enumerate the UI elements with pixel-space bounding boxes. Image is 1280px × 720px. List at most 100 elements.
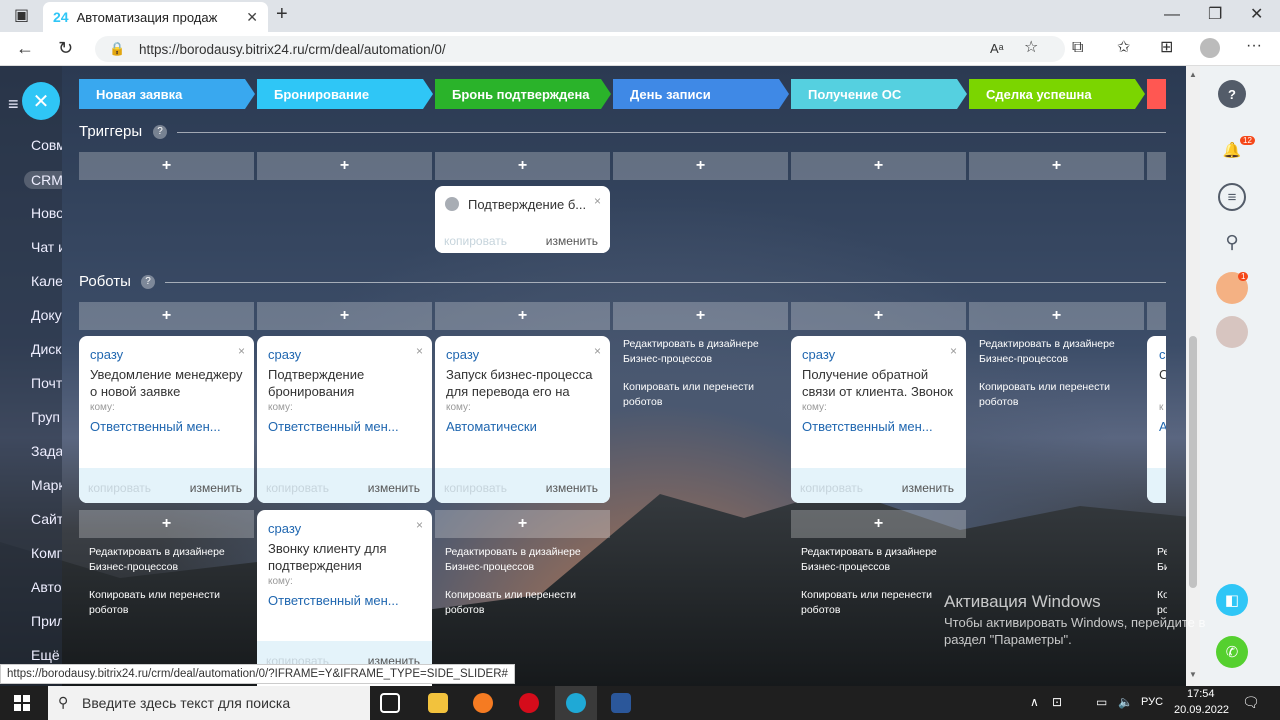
help-icon[interactable]: ? [1218,80,1246,108]
leftnav-item[interactable]: Авто [31,579,62,595]
add-favorite-icon[interactable]: ☆ [1024,40,1038,56]
taskbar-search-input[interactable]: ⚲ Введите здесь текст для поиска [48,686,370,720]
new-tab-icon[interactable]: + [276,4,288,24]
word-icon[interactable] [611,693,631,713]
edit-in-designer-link[interactable]: Редактировать в дизайнере Бизнес-процесс… [623,337,773,367]
notification-center-icon[interactable]: 🗨 [1242,694,1260,711]
task-view-icon[interactable] [380,693,400,713]
lock-icon[interactable]: 🔒 [109,41,125,57]
add-trigger-button[interactable]: + [79,152,254,180]
triggers-help-icon[interactable]: ? [153,125,167,139]
add-trigger-button[interactable]: + [969,152,1144,180]
copy-or-move-robots-link[interactable]: Копировать или перенести роботов [979,380,1129,410]
add-robot-button[interactable]: + [435,302,610,330]
robot-card[interactable]: сразу × Звонку клиенту для подтверждения… [257,510,432,686]
leftnav-item[interactable]: Ещё [31,647,62,663]
remove-robot-icon[interactable]: × [238,344,245,358]
add-trigger-button[interactable]: + [257,152,432,180]
add-trigger-button-partial[interactable] [1147,152,1166,180]
close-tab-icon[interactable]: ✕ [246,9,258,26]
extensions-icon[interactable]: ⧉ [1072,40,1083,56]
phone-icon[interactable]: ✆ [1216,636,1248,668]
url-field[interactable]: 🔒 https://borodausy.bitrix24.ru/crm/deal… [95,36,1065,62]
robot-responsible[interactable]: А [1159,419,1166,434]
add-trigger-button[interactable]: + [435,152,610,180]
edit-in-designer-link[interactable]: Редактировать в дизайнере Бизнес-процесс… [979,337,1129,367]
windows-start-icon[interactable] [14,695,30,711]
copy-or-move-robots-link[interactable]: Копировать или перенести роботов [623,380,773,410]
profile-avatar[interactable] [1200,38,1220,58]
robot-card[interactable]: сразу × Подтверждение бронирования кому:… [257,336,432,503]
leftnav-item[interactable]: Комп [31,545,62,561]
remove-robot-icon[interactable]: × [416,344,423,358]
robot-card[interactable]: сразу × Запуск бизнес-процесса для перев… [435,336,610,503]
edit-robot-link[interactable]: изменить [546,481,598,495]
trigger-card[interactable]: Подтверждение б... × копировать изменить [435,186,610,253]
edit-robot-link[interactable]: изменить [368,481,420,495]
leftnav-item-active[interactable]: CRM [24,171,62,189]
browser-tab[interactable]: 24 Автоматизация продаж ✕ [43,2,268,32]
leftnav-item[interactable]: Диск [31,341,62,357]
leftnav-item[interactable]: Зада [31,443,62,459]
add-trigger-button[interactable]: + [791,152,966,180]
firefox-icon[interactable] [473,693,493,713]
scrollbar-thumb[interactable] [1189,336,1197,588]
edit-in-designer-link[interactable]: Редактировать в дизайнере Бизнес-процесс… [445,545,595,575]
robot-responsible[interactable]: Автоматически [446,419,537,434]
add-robot-button[interactable]: + [791,510,966,538]
leftnav-item[interactable]: Груп [31,409,62,425]
chat-icon[interactable]: ≡ [1218,183,1246,211]
restore-icon[interactable]: ❐ [1208,7,1222,23]
minimize-icon[interactable]: — [1164,7,1180,23]
more-menu-icon[interactable]: ··· [1246,38,1262,54]
tab-actions-icon[interactable]: ▣ [14,8,29,24]
copy-robot-link[interactable]: копировать [266,481,329,495]
open-lines-icon[interactable]: ◧ [1216,584,1248,616]
add-robot-button[interactable]: + [791,302,966,330]
back-icon[interactable]: ← [16,39,34,57]
file-explorer-icon[interactable] [428,693,448,713]
remove-robot-icon[interactable]: × [594,344,601,358]
remove-robot-icon[interactable]: × [416,518,423,532]
edit-robot-link[interactable]: изменить [902,481,954,495]
robot-card[interactable]: сразу × Получение обратной связи от клие… [791,336,966,503]
leftnav-item[interactable]: Чат и [31,239,62,255]
robot-responsible[interactable]: Ответственный мен... [268,593,399,608]
network-icon[interactable]: ⊡ [1052,695,1062,709]
leftnav-item[interactable]: Сайт [31,511,62,527]
robot-responsible[interactable]: Ответственный мен... [90,419,221,434]
robot-card-partial[interactable]: с С к А [1147,336,1166,503]
edit-in-designer-link[interactable]: Ре Би [1157,545,1167,575]
robot-responsible[interactable]: Ответственный мен... [268,419,399,434]
close-window-icon[interactable]: ✕ [1250,7,1263,23]
leftnav-item[interactable]: Доку [31,307,62,323]
add-trigger-button[interactable]: + [613,152,788,180]
close-slider-button[interactable]: ✕ [22,82,60,120]
copy-or-move-robots-link[interactable]: Копировать или перенести роботов [89,588,239,618]
leftnav-item[interactable]: Почт [31,375,62,391]
opera-icon[interactable] [519,693,539,713]
leftnav-item[interactable]: Кале [31,273,62,289]
clock-time[interactable]: 17:54 [1187,688,1215,700]
copy-robot-link[interactable]: копировать [88,481,151,495]
add-robot-button[interactable]: + [613,302,788,330]
favorites-icon[interactable]: ✩ [1117,40,1130,56]
edge-icon[interactable] [566,693,586,713]
search-icon[interactable]: ⚲ [1216,226,1248,258]
battery-icon[interactable]: ▭ [1096,695,1107,709]
copy-or-move-robots-link[interactable]: Копировать или перенести роботов [801,588,951,618]
contact-avatar[interactable] [1216,316,1248,348]
copy-robot-link[interactable]: копировать [800,481,863,495]
volume-icon[interactable]: 🔈 [1118,695,1133,709]
copy-or-move-robots-link[interactable]: Копировать или перенести роботов [445,588,595,618]
edit-in-designer-link[interactable]: Редактировать в дизайнере Бизнес-процесс… [801,545,951,575]
robot-responsible[interactable]: Ответственный мен... [802,419,933,434]
add-robot-button[interactable]: + [257,302,432,330]
add-robot-button[interactable]: + [969,302,1144,330]
add-robot-button-partial[interactable] [1147,302,1166,330]
language-indicator[interactable]: РУС [1141,696,1163,708]
clock-date[interactable]: 20.09.2022 [1174,704,1229,716]
leftnav-item[interactable]: Марк [31,477,62,493]
read-aloud-icon[interactable]: Aᵃ [990,41,1004,57]
add-robot-button[interactable]: + [435,510,610,538]
